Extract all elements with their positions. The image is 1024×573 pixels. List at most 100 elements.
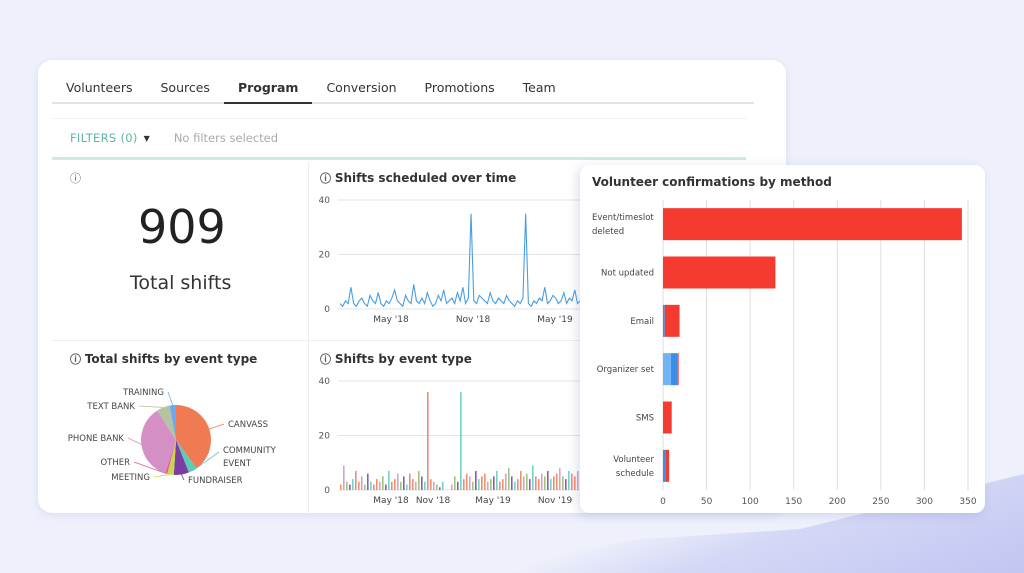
category-label: Not updated (601, 269, 654, 279)
bar (361, 476, 363, 490)
bar (376, 479, 378, 490)
x-tick-label: May '19 (537, 315, 573, 325)
pie-leader-line (209, 423, 225, 430)
bar (490, 479, 492, 490)
bar (571, 473, 573, 490)
bar (663, 449, 666, 482)
bar (370, 481, 372, 490)
bar (358, 481, 360, 490)
bar (409, 473, 411, 490)
bar (544, 476, 546, 490)
x-tick-label: May '18 (373, 496, 409, 506)
bar (349, 484, 351, 490)
y-tick-label: 40 (319, 377, 331, 387)
bar (430, 479, 432, 490)
bar (406, 484, 408, 490)
bar (355, 470, 357, 490)
x-tick-label: 300 (916, 497, 933, 507)
bar (439, 487, 441, 490)
bar (517, 479, 519, 490)
bar (664, 304, 680, 337)
bar (532, 465, 534, 490)
x-tick-label: 350 (959, 497, 976, 507)
bar (433, 481, 435, 490)
bar (394, 479, 396, 490)
y-tick-label: 20 (319, 251, 331, 261)
bar (556, 473, 558, 490)
bar (457, 481, 459, 490)
pie-label: CANVASS (228, 420, 268, 430)
bar (463, 479, 465, 490)
bar (478, 479, 480, 490)
bar (511, 476, 513, 490)
x-tick-label: May '18 (373, 315, 409, 325)
bar (559, 468, 561, 490)
bar (574, 476, 576, 490)
x-tick-label: Nov '18 (456, 315, 491, 325)
x-tick-label: 200 (829, 497, 846, 507)
bar (481, 476, 483, 490)
bar (496, 470, 498, 490)
y-tick-label: 40 (319, 196, 331, 206)
bar (562, 476, 564, 490)
confirmations-chart: 0 50 100 150 200 250 300 350 Event/timeslot delet… (592, 200, 977, 507)
bar (547, 470, 549, 490)
bar (499, 481, 501, 490)
bar (665, 449, 670, 482)
pie-label: MEETING (111, 473, 150, 483)
category-label: Volunteer (613, 455, 654, 465)
bar (466, 473, 468, 490)
bar (526, 473, 528, 490)
bar (424, 481, 426, 490)
bar (670, 353, 678, 386)
pie-leader-line (181, 474, 185, 481)
category-label: schedule (616, 469, 654, 479)
x-tick-label: 50 (701, 497, 713, 507)
bar (460, 391, 462, 490)
bar (415, 481, 417, 490)
bar (343, 465, 345, 490)
bar (529, 479, 531, 490)
y-tick-label: 0 (324, 305, 330, 315)
bar (352, 479, 354, 490)
bar (568, 470, 570, 490)
pie-label: TEXT BANK (86, 402, 135, 412)
pie-leader-line (138, 405, 164, 408)
category-label: Email (630, 317, 654, 327)
pie-label: EVENT (223, 459, 252, 469)
bar (577, 470, 579, 490)
bar (663, 353, 671, 386)
bar (663, 208, 962, 241)
bar (472, 481, 474, 490)
bar (379, 481, 381, 490)
bar (346, 481, 348, 490)
pie-leader-line (127, 437, 142, 445)
category-label: deleted (592, 227, 624, 237)
bar (385, 484, 387, 490)
bar (553, 476, 555, 490)
x-tick-label: 100 (742, 497, 759, 507)
pie-leader-line (167, 391, 174, 406)
category-label: Event/timeslot (592, 213, 654, 223)
bar (412, 479, 414, 490)
bar (421, 476, 423, 490)
pie-label: FUNDRAISER (188, 476, 243, 486)
bar (475, 470, 477, 490)
y-tick-label: 0 (324, 486, 330, 496)
bar (663, 256, 776, 289)
bar (403, 476, 405, 490)
bar (487, 481, 489, 490)
bar (505, 473, 507, 490)
bar (364, 484, 366, 490)
bar (373, 484, 375, 490)
x-tick-label: Nov '18 (416, 496, 451, 506)
pie-leader-line (153, 474, 171, 478)
y-tick-label: 20 (319, 432, 331, 442)
x-tick-label: 250 (872, 497, 889, 507)
bar (340, 484, 342, 490)
bar (382, 476, 384, 490)
bar (663, 304, 665, 337)
bar (520, 470, 522, 490)
confirmations-card: Volunteer confirmations by method 0 50 100… (580, 165, 985, 513)
bar (427, 391, 429, 490)
